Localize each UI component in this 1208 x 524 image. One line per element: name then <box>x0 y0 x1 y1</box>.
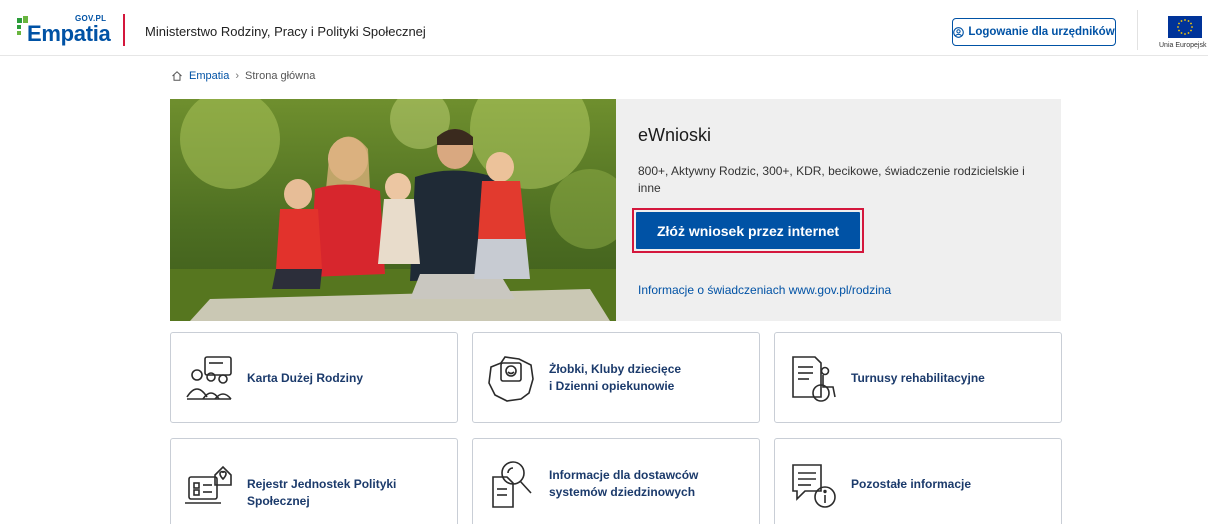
tile-label-line1: Żłobki, Kluby dziecięce <box>549 362 682 376</box>
family-photo-illustration <box>170 99 616 321</box>
hero-title: eWnioski <box>638 125 712 145</box>
tile-label: Pozostałe informacje <box>851 477 972 491</box>
header-divider <box>123 14 125 46</box>
tile-label: Turnusy rehabilitacyjne <box>851 371 985 385</box>
wheelchair-document-icon <box>792 356 836 402</box>
hero-description: 800+, Aktywny Rodzic, 300+, KDR, becikow… <box>638 164 1025 195</box>
tile-label: Rejestr Jednostek Polityki Społecznej <box>247 477 397 508</box>
logo-wordmark: Empatia <box>27 21 111 46</box>
apply-online-button[interactable]: Złóż wniosek przez internet <box>636 212 860 249</box>
tile-turnusy-rehabilitacyjne[interactable]: Turnusy rehabilitacyjne <box>774 332 1062 423</box>
family-card-icon <box>186 356 232 400</box>
nursery-map-icon <box>488 356 534 402</box>
site-header: GOV.PL Empatia Ministerstwo Rodziny, Pra… <box>0 0 1208 56</box>
tile-pozostale-informacje[interactable]: Pozostałe informacje <box>774 438 1062 524</box>
tile-label-line2: systemów dziedzinowych <box>549 485 696 499</box>
breadcrumb-link-empatia[interactable]: Empatia <box>189 70 229 82</box>
breadcrumb-current: Strona główna <box>245 70 316 82</box>
tile-karta-duzej-rodziny[interactable]: Karta Dużej Rodziny <box>170 332 458 423</box>
hero-banner: eWnioski 800+, Aktywny Rodzic, 300+, KDR… <box>170 99 1061 321</box>
breadcrumb: Empatia › Strona główna <box>171 70 315 82</box>
tile-label-line2: i Dzienni opiekunowie <box>549 379 675 393</box>
eu-label: Unia Europejsk <box>1159 42 1207 49</box>
tile-label-line1: Informacje dla dostawców <box>549 468 699 482</box>
user-circle-icon <box>953 26 965 38</box>
benefits-info-link[interactable]: Informacje o świadczeniach www.gov.pl/ro… <box>638 283 891 297</box>
tile-rejestr-jednostek[interactable]: Rejestr Jednostek Polityki Społecznej <box>170 438 458 524</box>
info-document-icon <box>792 464 836 508</box>
ministry-name: Ministerstwo Rodziny, Pracy i Polityki S… <box>145 24 426 39</box>
eu-separator <box>1137 10 1138 50</box>
eu-flag-icon <box>1168 16 1202 38</box>
registry-laptop-icon <box>185 465 232 504</box>
hero-content: eWnioski 800+, Aktywny Rodzic, 300+, KDR… <box>632 99 1038 321</box>
tile-zlobki-kluby[interactable]: Żłobki, Kluby dziecięce i Dzienni opieku… <box>472 332 760 423</box>
tile-label: Karta Dużej Rodziny <box>247 371 364 385</box>
login-officials-button[interactable]: Logowanie dla urzędników <box>952 18 1116 46</box>
home-icon[interactable] <box>171 70 183 82</box>
tile-informacje-dostawcy[interactable]: Informacje dla dostawców systemów dziedz… <box>472 438 760 524</box>
search-document-icon <box>492 461 532 508</box>
family-photo <box>170 99 616 321</box>
login-label: Logowanie dla urzędników <box>968 26 1115 38</box>
empatia-logo[interactable]: GOV.PL Empatia <box>17 14 111 48</box>
breadcrumb-separator: › <box>235 70 240 82</box>
